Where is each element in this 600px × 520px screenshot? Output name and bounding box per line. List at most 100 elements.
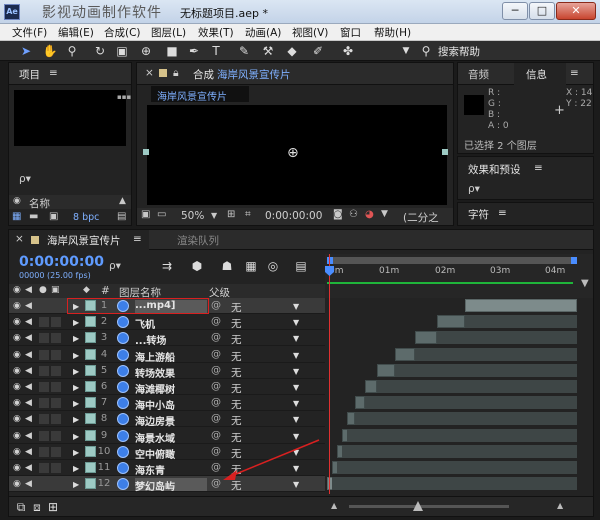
project-search[interactable]: ρ▾ [19, 173, 31, 185]
effects-search[interactable]: ρ▾ [468, 183, 480, 195]
menu-help[interactable]: 帮助(H) [374, 25, 411, 40]
label-color-swatch[interactable] [85, 478, 96, 490]
expand-icon[interactable]: ▶ [73, 432, 79, 441]
layer-duration-bar[interactable] [394, 347, 415, 361]
eye-icon[interactable]: ◉ [13, 366, 21, 376]
character-panel-menu-icon[interactable]: ≡ [498, 207, 507, 219]
menu-edit[interactable]: 编辑(E) [58, 25, 94, 40]
layer-duration-bar[interactable] [464, 299, 577, 312]
pan-behind-tool-icon[interactable]: ⊕ [138, 43, 154, 59]
layer-duration-bar[interactable] [354, 396, 365, 410]
parent-value[interactable]: 无 [231, 381, 242, 396]
parent-value[interactable]: 无 [231, 332, 242, 347]
interpret-footage-icon[interactable]: ▦ [12, 211, 21, 222]
rectangle-tool-icon[interactable]: ■ [164, 43, 180, 59]
layer-duration-bar[interactable] [364, 380, 377, 393]
eye-icon[interactable]: ◉ [13, 479, 21, 489]
close-button[interactable]: ✕ [556, 2, 596, 20]
minimize-button[interactable]: ─ [502, 2, 528, 20]
eye-icon[interactable]: ◉ [13, 317, 21, 327]
eye-icon[interactable]: ◉ [13, 463, 21, 473]
menu-window[interactable]: 窗口 [340, 25, 361, 40]
expand-icon[interactable]: ▶ [73, 448, 79, 457]
viewport-handle-right[interactable] [442, 149, 448, 155]
info-panel-menu-icon[interactable]: ≡ [570, 67, 579, 79]
eye-icon[interactable]: ◉ [13, 350, 21, 360]
expand-icon[interactable]: ▶ [73, 399, 79, 408]
solo-toggle[interactable] [39, 479, 49, 490]
delete-icon[interactable]: ▤ [117, 211, 126, 222]
expand-icon[interactable]: ▶ [73, 367, 79, 376]
shy-layers-icon[interactable]: ☗ [219, 258, 235, 274]
menu-file[interactable]: 文件(F) [12, 25, 47, 40]
audio-icon[interactable]: ◀ [25, 414, 32, 424]
layer-name[interactable]: 海滩椰树 [135, 381, 207, 396]
layer-name[interactable]: 海东青 [135, 462, 207, 477]
layer-name[interactable]: 海上游船 [135, 349, 207, 364]
parent-pickwhip-icon[interactable]: @ [211, 332, 221, 343]
time-ruler[interactable]: 0m 01m 02m 03m 04m ▼ [325, 254, 593, 298]
parent-pickwhip-icon[interactable]: @ [211, 397, 221, 408]
solo-toggle[interactable] [39, 446, 49, 457]
parent-value[interactable]: 无 [231, 397, 242, 412]
parent-dropdown-icon[interactable]: ▼ [293, 351, 299, 360]
label-color-swatch[interactable] [85, 364, 96, 376]
layer-name[interactable]: 海边房景 [135, 413, 207, 428]
parent-value[interactable]: 无 [231, 365, 242, 380]
comp-tab-name[interactable]: 海岸风景宣传片 [217, 67, 291, 82]
audio-icon[interactable]: ◀ [25, 447, 32, 457]
timeline-search[interactable]: ρ▾ [109, 260, 121, 272]
layer-row[interactable]: ◉ ◀ ▶ 3 ...转场 @ 无 ▼ [9, 330, 600, 347]
zoom-in-icon[interactable]: ▲ [557, 501, 563, 510]
work-area-start-handle[interactable] [327, 257, 333, 264]
parent-value[interactable]: 无 [231, 300, 242, 315]
color-channels-icon[interactable]: ◕ [365, 209, 374, 220]
audio-icon[interactable]: ◀ [25, 463, 32, 473]
comp-subtab[interactable]: 海岸风景宣传片 [151, 86, 249, 103]
audio-tab[interactable]: 音频 [468, 67, 489, 82]
parent-dropdown-icon[interactable]: ▼ [293, 334, 299, 343]
lock-toggle[interactable] [51, 333, 61, 344]
layer-name[interactable]: 海景水域 [135, 430, 207, 445]
label-color-swatch[interactable] [85, 413, 96, 425]
parent-dropdown-icon[interactable]: ▼ [293, 415, 299, 424]
lock-toggle[interactable] [51, 446, 61, 457]
effects-panel-menu-icon[interactable]: ≡ [534, 162, 543, 174]
lock-toggle[interactable] [51, 479, 61, 490]
thumbnail-options-icon[interactable]: ▪▪▪ [117, 93, 131, 101]
parent-pickwhip-icon[interactable]: @ [211, 349, 221, 360]
label-color-swatch[interactable] [85, 381, 96, 392]
show-snapshot-icon[interactable]: ⚇ [349, 209, 358, 220]
layer-name[interactable]: 梦幻岛屿 [135, 478, 207, 493]
layer-name[interactable]: 飞机 [135, 316, 207, 331]
solo-toggle[interactable] [39, 301, 49, 311]
project-panel-menu-icon[interactable]: ≡ [49, 67, 58, 79]
lock-toggle[interactable] [51, 382, 61, 392]
label-color-swatch[interactable] [85, 332, 96, 344]
layer-name[interactable]: 转场效果 [135, 365, 207, 380]
work-area-end-handle[interactable] [571, 257, 577, 264]
lock-toggle[interactable] [51, 365, 61, 376]
expand-icon[interactable]: ▶ [73, 383, 79, 392]
expand-icon[interactable]: ▶ [73, 415, 79, 424]
graph-editor-icon[interactable]: ▤ [293, 258, 309, 274]
solo-toggle[interactable] [39, 365, 49, 376]
eraser-tool-icon[interactable]: ◆ [284, 43, 300, 59]
solo-toggle[interactable] [39, 398, 49, 409]
lock-toggle[interactable] [51, 414, 61, 425]
menu-layer[interactable]: 图层(L) [151, 25, 186, 40]
type-tool-icon[interactable]: T [208, 43, 224, 59]
audio-icon[interactable]: ◀ [25, 479, 32, 489]
safe-zones-icon[interactable]: ⊞ [227, 209, 235, 220]
label-color-swatch[interactable] [85, 348, 96, 360]
zoom-slider[interactable] [349, 505, 509, 508]
parent-pickwhip-icon[interactable]: @ [211, 316, 221, 327]
puppet-pin-tool-icon[interactable]: ✤ [340, 43, 356, 59]
audio-icon[interactable]: ◀ [25, 398, 32, 408]
expand-icon[interactable]: ▶ [73, 334, 79, 343]
solo-toggle[interactable] [39, 333, 49, 344]
expand-icon[interactable]: ▶ [73, 318, 79, 327]
parent-value[interactable]: 无 [231, 316, 242, 331]
layer-row[interactable]: ◉ ◀ ▶ 5 转场效果 @ 无 ▼ [9, 362, 600, 380]
lock-toggle[interactable] [51, 398, 61, 409]
